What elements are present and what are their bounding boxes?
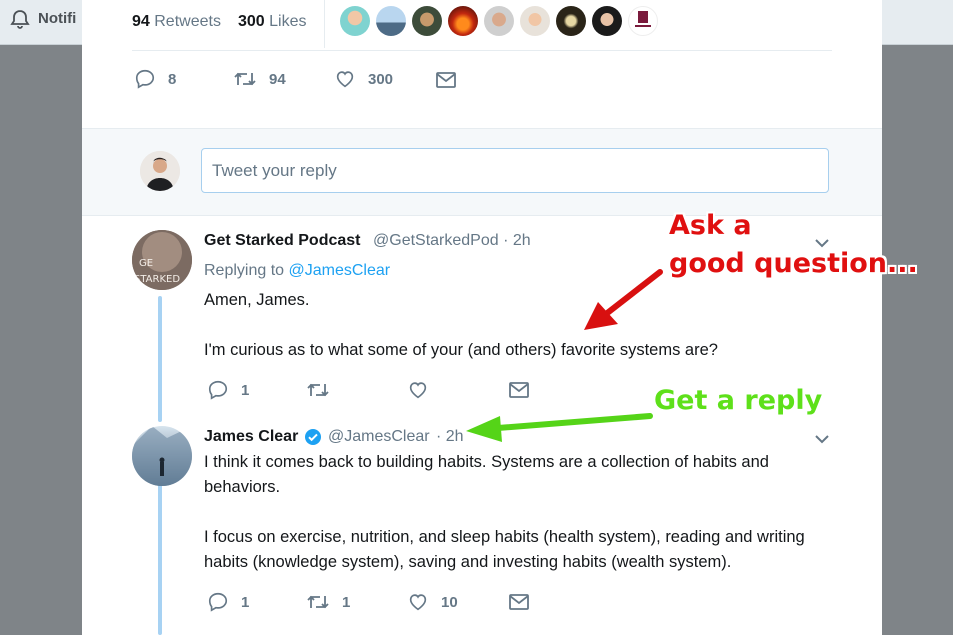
red-arrow-icon <box>584 269 663 330</box>
annotation-arrows <box>466 269 663 442</box>
annotation-ask-line1: Ask a <box>669 210 752 241</box>
annotation-get-reply: Get a reply <box>654 385 823 416</box>
green-arrow-icon <box>466 413 653 442</box>
annotation-ask-line2: good question... <box>669 248 918 279</box>
